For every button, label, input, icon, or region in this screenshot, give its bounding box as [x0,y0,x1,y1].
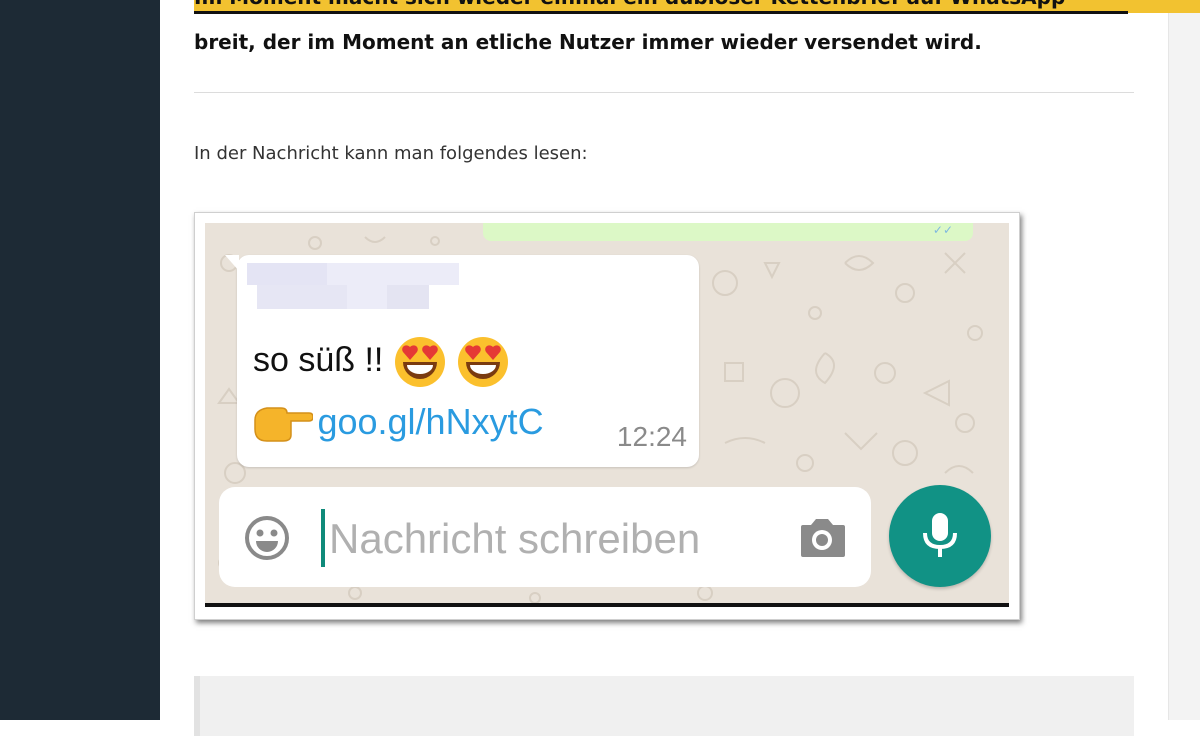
smiley-icon[interactable] [243,514,291,562]
mic-button[interactable] [889,485,991,587]
chat-background: ✓✓ so süß !! goo.gl/hNxytC 12:24 Nachric… [205,223,1009,607]
heart-eyes-emoji-icon [394,337,445,387]
text-cursor [321,509,325,567]
camera-icon[interactable] [797,515,847,559]
message-text-row: so süß !! [253,335,510,389]
blurred-sender-name [247,263,459,309]
microphone-icon [923,513,957,557]
left-sidebar [0,0,160,720]
divider [194,92,1134,93]
bubble-tail [225,255,239,271]
paragraph: In der Nachricht kann man folgendes lese… [194,143,588,164]
outgoing-message-bubble: ✓✓ [483,223,973,241]
lead-strikethrough [194,11,1128,14]
lead-text: breit, der im Moment an etliche Nutzer i… [194,30,982,54]
message-timestamp: 12:24 [616,421,687,452]
link-row: goo.gl/hNxytC [251,401,544,443]
message-input-bar [219,487,871,587]
right-sidebar [1168,0,1200,720]
incoming-message-bubble: so süß !! goo.gl/hNxytC 12:24 [225,255,699,467]
heart-eyes-emoji-icon [458,337,509,387]
pointing-right-emoji-icon [254,407,313,442]
info-box [194,676,1134,736]
message-link[interactable]: goo.gl/hNxytC [317,401,543,442]
message-text: so süß !! [253,340,384,379]
article: Im Moment macht sich wieder einmal ein d… [160,0,1200,736]
screenshot-bottom-border [205,603,1009,607]
lead-text-partial: Im Moment macht sich wieder einmal ein d… [194,0,1174,9]
info-box-border [194,676,200,736]
message-input[interactable] [327,511,791,567]
read-ticks-icon: ✓✓ [932,223,953,237]
whatsapp-screenshot: ✓✓ so süß !! goo.gl/hNxytC 12:24 Nachric… [194,212,1020,620]
